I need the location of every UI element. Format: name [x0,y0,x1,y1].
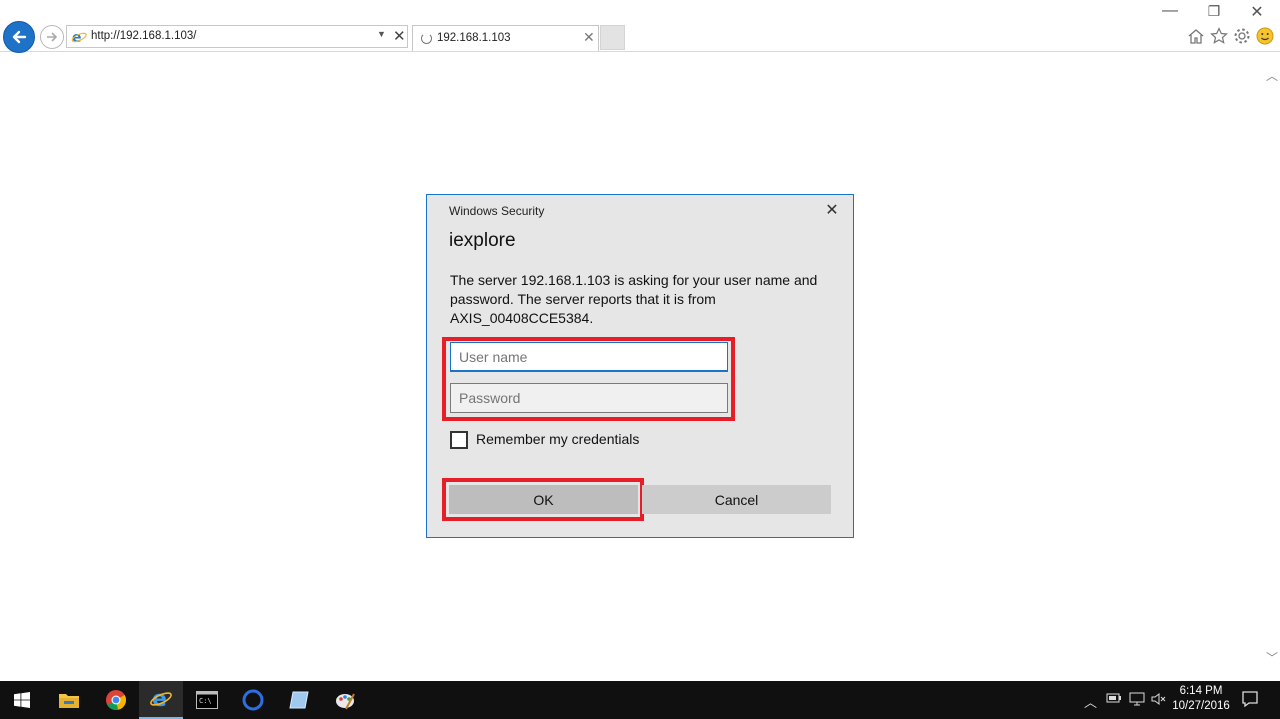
internet-explorer-icon[interactable]: e [139,681,183,719]
paint-app-icon[interactable] [323,681,367,719]
screen: e http://192.168.1.103/ ▼ ✕ 192.168.1.10… [0,0,1280,719]
windows-security-dialog: Windows Security ✕ iexplore The server 1… [426,194,854,538]
battery-icon[interactable] [1106,692,1122,707]
settings-gear-icon[interactable] [1232,26,1252,46]
tab-active[interactable]: 192.168.1.103 ✕ [412,25,599,51]
stop-icon[interactable]: ✕ [393,27,406,45]
command-prompt-icon[interactable]: C:\ [185,681,229,719]
remember-credentials-checkbox[interactable] [450,431,468,449]
back-button[interactable] [3,21,35,53]
dialog-message: The server 192.168.1.103 is asking for y… [450,272,818,326]
address-url: http://192.168.1.103/ [91,30,197,42]
taskbar: e C:\ ︿ 6:14 PM 10/27/2016 [0,681,1280,719]
cortana-circle-icon[interactable] [231,681,275,719]
clock-date: 10/27/2016 [1172,700,1230,712]
smiley-feedback-icon[interactable] [1255,26,1275,46]
chrome-icon[interactable] [94,681,138,719]
tab-title: 192.168.1.103 [437,32,511,44]
scroll-up-icon[interactable]: ︿ [1266,67,1278,84]
username-field[interactable] [450,342,728,372]
close-window-icon[interactable]: ✕ [1247,2,1267,22]
dialog-close-icon[interactable]: ✕ [823,200,841,220]
vertical-scrollbar[interactable]: ︿ ﹀ [1264,53,1280,681]
new-tab-button[interactable] [600,25,625,50]
volume-muted-icon[interactable] [1151,692,1167,709]
action-center-icon[interactable] [1241,690,1259,711]
address-bar[interactable]: e http://192.168.1.103/ ▼ ✕ [66,25,408,48]
favorites-star-icon[interactable] [1209,26,1229,46]
forward-arrow-icon [47,32,58,42]
restore-icon[interactable]: ❐ [1204,3,1224,20]
highlight-ok-box [442,478,644,521]
dialog-title: Windows Security [449,204,545,218]
tray-chevron-up-icon[interactable]: ︿ [1084,692,1097,711]
loading-spinner-icon [421,33,432,44]
cancel-button[interactable]: Cancel [642,485,831,514]
app-tablet-icon[interactable] [277,681,321,719]
file-explorer-icon[interactable] [47,681,91,719]
browser-toolbar: e http://192.168.1.103/ ▼ ✕ 192.168.1.10… [0,0,1280,53]
remember-credentials-label[interactable]: Remember my credentials [476,431,639,447]
back-arrow-icon [12,30,27,44]
dialog-app-name: iexplore [449,230,516,251]
tab-close-icon[interactable]: ✕ [583,29,595,46]
system-clock[interactable]: 6:14 PM 10/27/2016 [1168,684,1234,714]
ie-page-icon: e [71,30,87,45]
password-field[interactable] [450,383,728,413]
start-windows-icon[interactable] [0,681,44,719]
svg-text:C:\: C:\ [199,697,212,705]
scroll-down-icon[interactable]: ﹀ [1266,649,1278,666]
minimize-icon[interactable]: — [1160,2,1180,20]
home-icon[interactable] [1186,26,1206,46]
forward-button[interactable] [40,25,64,49]
network-icon[interactable] [1129,692,1145,709]
address-dropdown-icon[interactable]: ▼ [377,29,386,39]
clock-time: 6:14 PM [1179,685,1223,697]
